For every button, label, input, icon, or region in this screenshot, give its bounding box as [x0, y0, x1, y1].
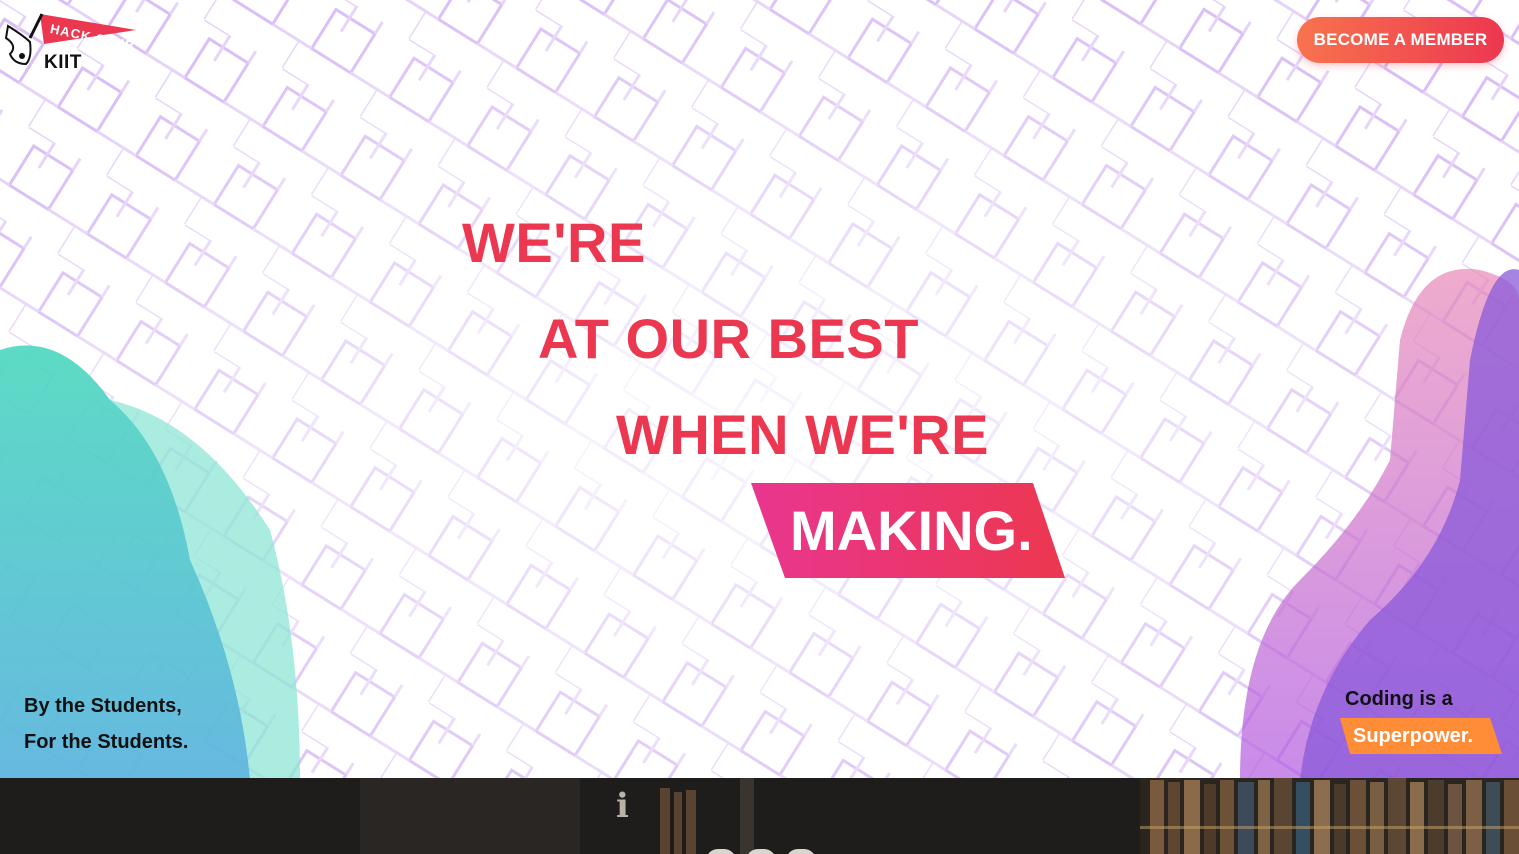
- hack-club-kiit-logo[interactable]: HACK CLUB KIIT: [0, 8, 140, 73]
- carousel-dot[interactable]: [746, 849, 776, 854]
- headline-line-1: WE'RE: [462, 211, 646, 274]
- carousel-dot[interactable]: [706, 849, 736, 854]
- library-section: i: [0, 778, 1519, 854]
- tagline-left-line-2: For the Students.: [24, 731, 189, 753]
- library-bookshelf-image: [0, 778, 1519, 854]
- tagline-right-line-1: Coding is a: [1345, 688, 1453, 710]
- carousel-dot[interactable]: [786, 849, 816, 854]
- become-member-button[interactable]: BECOME A MEMBER: [1297, 17, 1504, 63]
- tagline-left-line-1: By the Students,: [24, 695, 182, 717]
- hero-section: HACK CLUB KIIT BECOME A MEMBER WE'RE AT …: [0, 0, 1519, 778]
- headline-line-2: AT OUR BEST: [538, 307, 919, 370]
- headline-line-3: WHEN WE'RE: [616, 403, 989, 466]
- tagline-left: By the Students, For the Students.: [24, 688, 188, 760]
- headline-line-4: MAKING.: [790, 499, 1033, 562]
- library-info-sign: i: [616, 786, 629, 826]
- tagline-right-highlight: Superpower.: [1353, 725, 1474, 747]
- carousel-dots[interactable]: [706, 848, 826, 854]
- brand-name: KIIT: [44, 52, 82, 73]
